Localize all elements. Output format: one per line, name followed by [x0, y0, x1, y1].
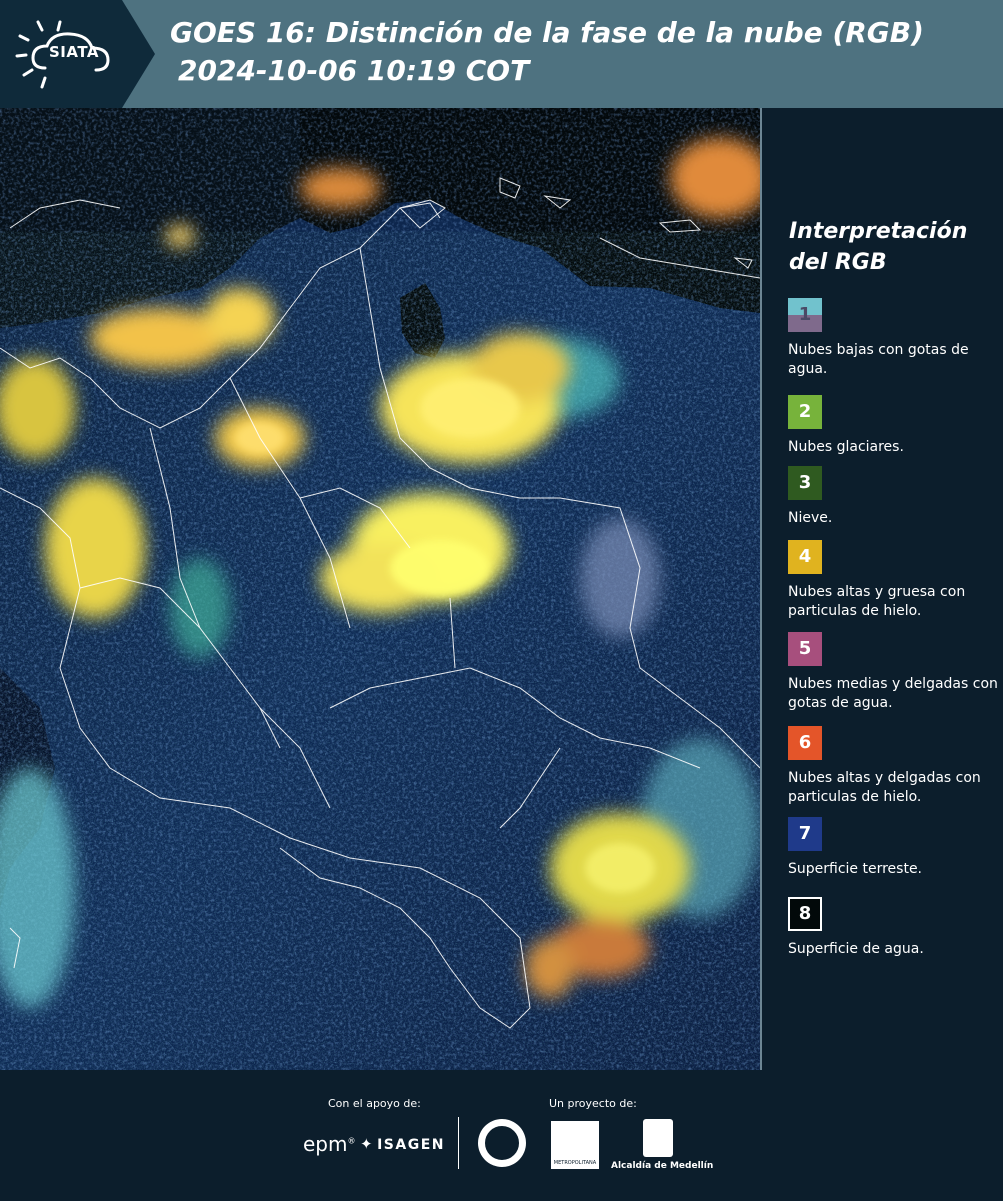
title-line-1: GOES 16: Distinción de la fase de la nub…	[170, 16, 924, 49]
legend-swatch-4: 4	[788, 540, 822, 574]
legend-item-4: 4 Nubes altas y gruesa con particulas de …	[788, 540, 1003, 621]
support-caption: Con el apoyo de:	[328, 1097, 421, 1110]
legend-swatch-7: 7	[788, 817, 822, 851]
legend-item-2: 2 Nubes glaciares.	[788, 395, 1003, 457]
legend-swatch-6: 6	[788, 726, 822, 760]
university-seal-icon	[478, 1119, 526, 1167]
legend-item-5: 5 Nubes medias y delgadas con gotas de ag…	[788, 632, 1003, 713]
area-metropolitana-text: METROPOLITANA	[553, 1160, 597, 1166]
isagen-logo: ✦ ISAGEN	[360, 1135, 445, 1153]
legend-item-1: 1 Nubes bajas con gotas de agua.	[788, 298, 1003, 379]
legend-swatch-5: 5	[788, 632, 822, 666]
legend-label-8: Superficie de agua.	[788, 941, 924, 957]
header-bar: SIATA GOES 16: Distinción de la fase de …	[0, 0, 1003, 108]
epm-logo: epm®	[303, 1132, 355, 1156]
project-caption: Un proyecto de:	[549, 1097, 637, 1110]
title-line-2: 2024-10-06 10:19 COT	[178, 54, 530, 87]
epm-logo-text: epm	[303, 1132, 348, 1156]
legend-title: Interpretación del RGB	[789, 219, 968, 275]
legend-label-5: Nubes medias y delgadas con gotas de agu…	[788, 676, 998, 711]
footer: Con el apoyo de: Un proyecto de: epm® ✦ I…	[0, 1070, 1003, 1201]
isagen-logo-text: ISAGEN	[377, 1137, 445, 1153]
alcaldia-emblem-icon	[643, 1119, 673, 1157]
legend-label-4: Nubes altas y gruesa con particulas de h…	[788, 584, 966, 619]
isagen-mark-icon: ✦	[360, 1135, 375, 1153]
legend-swatch-1: 1	[788, 298, 822, 332]
satellite-image	[0, 108, 762, 1070]
siata-logo: SIATA	[0, 0, 155, 108]
registered-icon: ®	[347, 1136, 356, 1146]
legend-item-7: 7 Superficie terreste.	[788, 817, 1003, 879]
page-title: GOES 16: Distinción de la fase de la nub…	[170, 14, 924, 90]
satellite-rgb-composite	[0, 108, 760, 1070]
area-metropolitana-logo: METROPOLITANA	[551, 1121, 599, 1169]
legend-label-6: Nubes altas y delgadas con particulas de…	[788, 770, 981, 805]
legend-label-1: Nubes bajas con gotas de agua.	[788, 342, 969, 377]
legend-label-2: Nubes glaciares.	[788, 439, 904, 455]
legend-label-3: Nieve.	[788, 510, 833, 526]
legend-item-8: 8 Superficie de agua.	[788, 897, 1003, 959]
legend-item-6: 6 Nubes altas y delgadas con particulas d…	[788, 726, 1003, 807]
siata-logo-text: SIATA	[49, 43, 100, 61]
legend-swatch-8: 8	[788, 897, 822, 931]
legend-label-7: Superficie terreste.	[788, 861, 923, 877]
alcaldia-text: Alcaldía de Medellín	[611, 1161, 714, 1171]
footer-divider	[458, 1117, 459, 1169]
legend-swatch-2: 2	[788, 395, 822, 429]
legend-item-3: 3 Nieve.	[788, 466, 1003, 528]
legend-swatch-3: 3	[788, 466, 822, 500]
